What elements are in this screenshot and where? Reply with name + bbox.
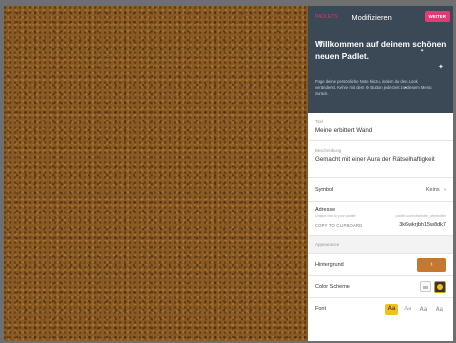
address-label: Adresse [315, 207, 336, 213]
appearance-section-header: Appearance [308, 236, 453, 254]
background-picker-button[interactable]: › [417, 257, 446, 272]
panel-tabs: PADLETS Modifizieren WEITER [315, 6, 450, 28]
font-label: Font [315, 306, 327, 312]
sparkle-icon: ✦ [420, 48, 425, 54]
sparkle-icon: ✦ [404, 85, 408, 90]
color-scheme-label: Color Scheme [315, 283, 350, 290]
description-field[interactable]: Beschreibung Gemacht mit einer Aura der … [308, 141, 453, 178]
copy-to-clipboard-link[interactable]: COPY TO CLIPBOARD [315, 223, 362, 228]
color-scheme-row[interactable]: Color Scheme [308, 276, 453, 298]
description-label: Beschreibung [315, 148, 342, 153]
symbol-value-text: Keins [425, 186, 440, 193]
sparkle-icon: ✦ [318, 40, 324, 47]
address-url: padlet.com/charlotte_oberkofler [395, 214, 446, 218]
sparkle-icon: ✦ [438, 64, 444, 71]
font-option-sans[interactable]: Aa [385, 303, 398, 315]
next-button[interactable]: WEITER [424, 11, 450, 22]
tab-padlets[interactable]: PADLETS [315, 14, 337, 20]
background-row[interactable]: Hintergrund › [308, 254, 453, 276]
tab-modify[interactable]: Modifizieren [351, 13, 391, 22]
dark-scheme-icon[interactable] [434, 280, 446, 293]
welcome-header: PADLETS Modifizieren WEITER Willkommen a… [308, 6, 453, 113]
description-input[interactable]: Gemacht mit einer Aura der Rätselhaftigk… [315, 156, 446, 177]
title-field[interactable]: Titel Meine erbittert Wand [308, 113, 453, 141]
address-slug-input[interactable]: 3k6wkrjbh15w8dk7 [399, 222, 446, 228]
chevron-right-icon: › [444, 186, 446, 193]
title-label: Titel [315, 119, 323, 124]
address-hint: Unique link to your padlet [315, 214, 356, 218]
appearance-title: Appearance [315, 242, 340, 247]
chevron-right-icon: › [430, 261, 433, 268]
font-options: Aa Aa Aa Aa [385, 303, 446, 315]
title-input[interactable]: Meine erbittert Wand [315, 127, 446, 140]
symbol-label: Symbol [315, 186, 334, 193]
light-scheme-icon[interactable] [420, 281, 431, 292]
modify-panel: PADLETS Modifizieren WEITER Willkommen a… [308, 6, 453, 341]
welcome-text: Füge deine persönliche Note hinzu, indem… [315, 79, 432, 96]
font-option-mono[interactable]: Aa [433, 304, 446, 315]
font-option-serif[interactable]: Aa [401, 304, 414, 315]
welcome-title: Willkommen auf deinem schönen neuen Padl… [315, 39, 447, 61]
padlet-board-background[interactable] [4, 6, 308, 341]
font-option-modern[interactable]: Aa [417, 304, 430, 315]
symbol-row[interactable]: Symbol Keins › [308, 178, 453, 202]
address-block: Adresse Unique link to your padlet padle… [308, 202, 453, 236]
font-row[interactable]: Font Aa Aa Aa Aa [308, 298, 453, 320]
app-frame: PADLETS Modifizieren WEITER Willkommen a… [4, 6, 453, 341]
symbol-value: Keins › [426, 187, 446, 193]
color-scheme-options [420, 280, 446, 293]
background-label: Hintergrund [315, 261, 344, 268]
